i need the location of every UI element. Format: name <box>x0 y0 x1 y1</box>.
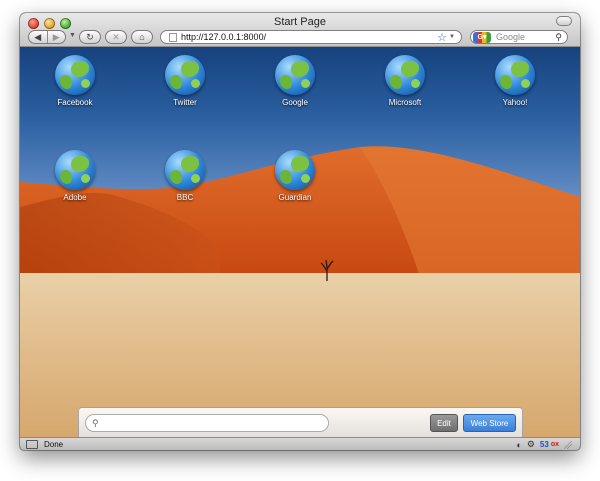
bookmark-star-icon[interactable]: ☆ <box>437 31 447 44</box>
reload-icon: ↻ <box>86 31 94 42</box>
globe-icon <box>55 150 95 190</box>
title-bar: Start Page ◀ ▶ ▼ ↻ ✕ ⌂ http://127.0.0.1:… <box>20 13 580 47</box>
globe-icon <box>275 150 315 190</box>
status-bar-addons: ◐ ⚙ 53 ox <box>511 439 572 450</box>
page-icon <box>169 32 177 42</box>
tile-label: Microsoft <box>388 98 422 107</box>
search-icon: ⚲ <box>92 417 99 428</box>
search-engine-icon[interactable]: G▾ <box>473 31 491 43</box>
globe-icon <box>165 55 205 95</box>
stop-button[interactable]: ✕ <box>105 30 127 44</box>
home-button[interactable]: ⌂ <box>131 30 153 44</box>
edit-button[interactable]: Edit <box>430 414 458 432</box>
tile-label: Adobe <box>63 193 87 202</box>
gear-icon[interactable]: ⚙ <box>527 439 535 450</box>
address-bar[interactable]: http://127.0.0.1:8000/ ☆ ▼ <box>160 30 462 44</box>
addon-count-badge[interactable]: 53 <box>540 440 549 449</box>
bookmark-menu-icon[interactable]: ▼ <box>449 34 455 40</box>
bottom-toolbar: ⚲ Edit Web Store <box>78 407 523 437</box>
start-page-search[interactable]: ⚲ <box>85 414 329 432</box>
dead-tree-icon <box>320 259 334 281</box>
status-text: Done <box>44 440 64 449</box>
globe-icon <box>275 55 315 95</box>
forward-button[interactable]: ▶ <box>46 31 66 43</box>
speed-dial-tile[interactable]: BBC <box>145 150 225 202</box>
speed-dial-tile[interactable]: Twitter <box>145 55 225 107</box>
toolbar-toggle-button[interactable] <box>556 16 572 26</box>
sync-icon[interactable]: ◐ <box>516 440 521 450</box>
speed-dial-tile[interactable]: Adobe <box>35 150 115 202</box>
web-search-placeholder: Google <box>496 32 526 42</box>
addon-status-badge[interactable]: ox <box>551 441 559 448</box>
back-button[interactable]: ◀ <box>29 31 47 43</box>
search-icon[interactable]: ⚲ <box>555 32 562 43</box>
forward-arrow-icon: ▶ <box>52 31 60 42</box>
address-text[interactable]: http://127.0.0.1:8000/ <box>181 32 437 42</box>
speed-dial-tile[interactable]: Google <box>255 55 335 107</box>
history-menu-icon[interactable]: ▼ <box>69 32 76 39</box>
tile-label: Google <box>282 98 308 107</box>
tile-label: Twitter <box>173 98 197 107</box>
globe-icon <box>495 55 535 95</box>
window-title: Start Page <box>274 16 326 28</box>
start-page: Facebook Twitter Google Microsoft Yahoo!… <box>20 47 580 437</box>
speed-dial-tile[interactable]: Yahoo! <box>475 55 555 107</box>
globe-icon <box>55 55 95 95</box>
sidebar-toggle-icon[interactable] <box>26 440 38 449</box>
back-forward-control: ◀ ▶ <box>28 30 66 44</box>
speed-dial-tile[interactable]: Microsoft <box>365 55 445 107</box>
stop-icon: ✕ <box>112 31 120 42</box>
start-page-search-input[interactable] <box>98 417 328 429</box>
tile-label: Guardian <box>278 193 312 202</box>
speed-dial-tile[interactable]: Facebook <box>35 55 115 107</box>
resize-grip-icon[interactable] <box>564 440 572 449</box>
speed-dial-tile[interactable]: Guardian <box>255 150 335 202</box>
browser-window: Start Page ◀ ▶ ▼ ↻ ✕ ⌂ http://127.0.0.1:… <box>20 13 580 450</box>
tile-label: Yahoo! <box>502 98 528 107</box>
home-icon: ⌂ <box>139 32 145 42</box>
tile-label: BBC <box>176 193 194 202</box>
back-arrow-icon: ◀ <box>34 31 42 42</box>
web-store-button[interactable]: Web Store <box>463 414 516 432</box>
status-bar: Done ◐ ⚙ 53 ox <box>20 437 580 450</box>
tile-label: Facebook <box>57 98 93 107</box>
globe-icon <box>385 55 425 95</box>
reload-button[interactable]: ↻ <box>79 30 101 44</box>
web-search-field[interactable]: G▾ Google ⚲ <box>470 30 568 44</box>
globe-icon <box>165 150 205 190</box>
